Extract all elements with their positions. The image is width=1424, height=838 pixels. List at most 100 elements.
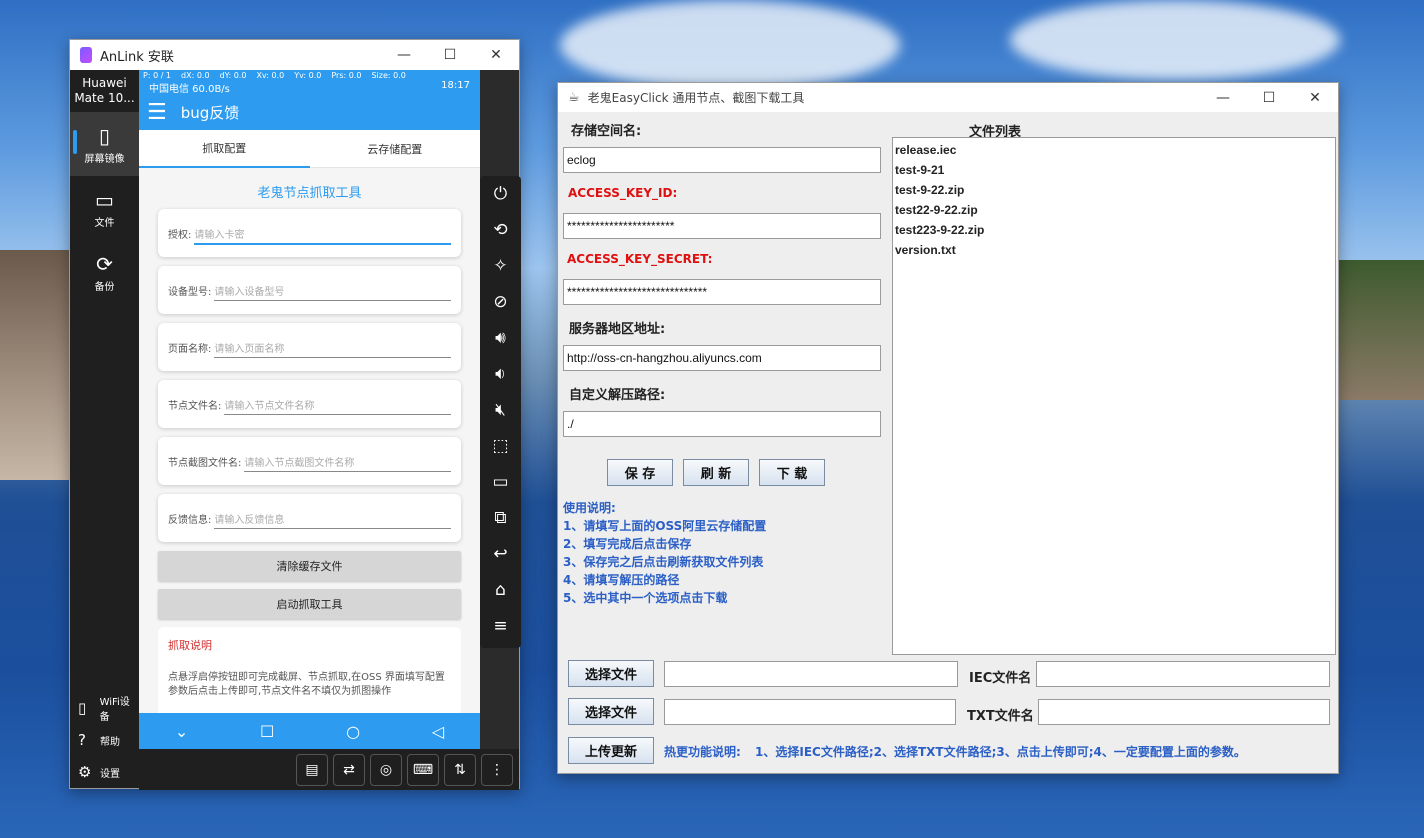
screenshot-file-input[interactable]: 请输入节点截图文件名称 xyxy=(244,450,451,472)
region-input[interactable]: http://oss-cn-hangzhou.aliyuncs.com xyxy=(563,345,881,371)
maximize-button[interactable]: ☐ xyxy=(1246,90,1292,106)
device-model-input[interactable]: 请输入设备型号 xyxy=(214,279,451,301)
txt-filename-input[interactable] xyxy=(1038,699,1330,725)
usage-step: 5、选中其中一个选项点击下载 xyxy=(563,591,728,605)
bucket-input[interactable]: eclog xyxy=(563,147,881,173)
home-circle-icon[interactable]: ○ xyxy=(346,722,360,741)
access-key-id-input[interactable]: *********************** xyxy=(563,213,881,239)
tab-capture-config[interactable]: 抓取配置 xyxy=(139,130,310,168)
device-model-field-card: 设备型号: 请输入设备型号 xyxy=(158,266,461,314)
txt-path-input[interactable] xyxy=(664,699,956,725)
screenshot-file-field-card: 节点截图文件名: 请输入节点截图文件名称 xyxy=(158,437,461,485)
transfer-icon[interactable]: ⇅ xyxy=(444,753,476,786)
easyclick-titlebar: ☕︎ 老鬼EasyClick 通用节点、截图下载工具 — ☐ ✕ xyxy=(558,83,1338,112)
mute-icon[interactable]: 🔇︎ xyxy=(495,392,506,428)
bulb-icon[interactable]: ✧ xyxy=(493,248,507,284)
iec-filename-input[interactable] xyxy=(1036,661,1330,687)
volume-up-icon[interactable]: 🔊︎ xyxy=(495,320,506,356)
bottom-toolbar: ▤ ⇄ ◎ ⌨ ⇅ ⋮ xyxy=(139,749,519,790)
help-icon: ? xyxy=(78,731,86,749)
download-button[interactable]: 下 载 xyxy=(759,459,825,486)
settings-label: 设置 xyxy=(100,768,120,780)
crop-icon[interactable]: ⧉ xyxy=(494,500,506,536)
feedback-input[interactable]: 请输入反馈信息 xyxy=(214,507,451,529)
choose-txt-file-button[interactable]: 选择文件 xyxy=(568,698,654,725)
access-key-secret-input[interactable]: ****************************** xyxy=(563,279,881,305)
list-item[interactable]: test223-9-22.zip xyxy=(895,220,1333,240)
file-list[interactable]: release.iec test-9-21 test-9-22.zip test… xyxy=(892,137,1336,655)
phone-mirror-screen[interactable]: P: 0 / 1 dX: 0.0 dY: 0.0 Xv: 0.0 Yv: 0.0… xyxy=(139,70,480,749)
refresh-button[interactable]: 刷 新 xyxy=(683,459,749,486)
help-link[interactable]: ? 帮助 xyxy=(70,724,139,756)
rotate-icon[interactable]: ⟲ xyxy=(493,212,507,248)
list-item[interactable]: test22-9-22.zip xyxy=(895,200,1333,220)
control-toolbar: ⏻ ⟲ ✧ ⊘ 🔊︎ 🔉︎ 🔇︎ ⬚ ▭ ⧉ ↩ ⌂ ≡ xyxy=(480,176,521,648)
screenshot-icon[interactable]: ⬚ xyxy=(492,428,508,464)
anlink-body: Huawei Mate 10... ▯ 屏幕镜像 ▭ 文件 ⟳ 备份 ▯ WiF… xyxy=(70,70,521,790)
usage-title: 使用说明: xyxy=(563,501,616,515)
anlink-window: AnLink 安联 — ☐ ✕ Huawei Mate 10... ▯ 屏幕镜像… xyxy=(69,39,521,790)
choose-iec-file-button[interactable]: 选择文件 xyxy=(568,660,654,687)
description-title: 抓取说明 xyxy=(168,639,212,652)
recents-square-icon[interactable]: ☐ xyxy=(260,722,274,741)
sidebar-item-backup[interactable]: ⟳ 备份 xyxy=(70,240,139,304)
app-bar-title: bug反馈 xyxy=(180,103,240,122)
more-icon[interactable]: ⋮ xyxy=(481,753,513,786)
chevron-down-icon[interactable]: ⌄ xyxy=(175,722,188,741)
device-switch-icon[interactable]: ⇄ xyxy=(333,753,365,786)
phone-icon: ▯ xyxy=(98,123,110,148)
list-item[interactable]: test-9-21 xyxy=(895,160,1333,180)
sidebar-item-mirror[interactable]: ▯ 屏幕镜像 xyxy=(70,112,139,176)
power-icon[interactable]: ⏻ xyxy=(494,176,507,212)
save-button[interactable]: 保 存 xyxy=(607,459,673,486)
volume-down-icon[interactable]: 🔉︎ xyxy=(495,356,506,392)
usage-step: 2、填写完成后点击保存 xyxy=(563,537,692,551)
license-input[interactable]: 请输入卡密 xyxy=(194,222,451,245)
list-item[interactable]: test-9-22.zip xyxy=(895,180,1333,200)
sidebar: Huawei Mate 10... ▯ 屏幕镜像 ▭ 文件 ⟳ 备份 ▯ WiF… xyxy=(70,70,139,788)
menu-icon[interactable]: ≡ xyxy=(493,608,507,644)
settings-link[interactable]: ⚙ 设置 xyxy=(70,756,139,788)
back-icon[interactable]: ↩ xyxy=(493,536,507,572)
keyboard-icon[interactable]: ⌨ xyxy=(407,753,439,786)
list-item[interactable]: version.txt xyxy=(895,240,1333,260)
extract-path-input[interactable]: ./ xyxy=(563,411,881,437)
node-file-input[interactable]: 请输入节点文件名称 xyxy=(224,393,451,415)
minimize-button[interactable]: — xyxy=(381,47,427,63)
tab-cloud-config[interactable]: 云存储配置 xyxy=(309,130,480,168)
gear-icon: ⚙ xyxy=(78,763,92,781)
access-key-secret-label: ACCESS_KEY_SECRET: xyxy=(567,252,713,266)
hamburger-menu-icon[interactable]: ☰ xyxy=(147,100,167,125)
minimize-button[interactable]: — xyxy=(1200,90,1246,106)
anlink-titlebar: AnLink 安联 — ☐ ✕ xyxy=(70,40,519,70)
debug-overlay: P: 0 / 1 dX: 0.0 dY: 0.0 Xv: 0.0 Yv: 0.0… xyxy=(139,70,480,80)
extract-path-label: 自定义解压路径: xyxy=(569,388,666,403)
start-capture-button[interactable]: 启动抓取工具 xyxy=(158,589,461,619)
debug-value: dY: 0.0 xyxy=(219,70,247,80)
iec-path-input[interactable] xyxy=(664,661,958,687)
folder-icon: ▭ xyxy=(95,187,114,212)
clock-text: 18:17 xyxy=(441,80,470,91)
sync-icon: ⟳ xyxy=(96,251,113,276)
gamepad-icon[interactable]: ◎ xyxy=(370,753,402,786)
maximize-button[interactable]: ☐ xyxy=(427,47,473,63)
list-item[interactable]: release.iec xyxy=(895,140,1333,160)
record-icon[interactable]: ▭ xyxy=(492,464,508,500)
java-cup-icon: ☕︎ xyxy=(568,90,580,105)
back-triangle-icon[interactable]: ◁ xyxy=(432,722,444,741)
page-name-input[interactable]: 请输入页面名称 xyxy=(214,336,451,358)
home-icon[interactable]: ⌂ xyxy=(495,572,506,608)
page-name-field-card: 页面名称: 请输入页面名称 xyxy=(158,323,461,371)
window-title: 老鬼EasyClick 通用节点、截图下载工具 xyxy=(587,91,805,105)
clear-cache-button[interactable]: 清除缓存文件 xyxy=(158,551,461,581)
tab-bar: 抓取配置 云存储配置 xyxy=(139,130,480,168)
wifi-device-link[interactable]: ▯ WiFi设备 xyxy=(70,692,139,724)
sidebar-item-files[interactable]: ▭ 文件 xyxy=(70,176,139,240)
upload-update-button[interactable]: 上传更新 xyxy=(568,737,654,764)
desktop-cloud xyxy=(1010,0,1340,80)
close-button[interactable]: ✕ xyxy=(1292,90,1338,106)
screen-off-icon[interactable]: ⊘ xyxy=(493,284,507,320)
layout-icon[interactable]: ▤ xyxy=(296,753,328,786)
close-button[interactable]: ✕ xyxy=(473,47,519,63)
iec-filename-label: IEC文件名 xyxy=(969,671,1032,686)
